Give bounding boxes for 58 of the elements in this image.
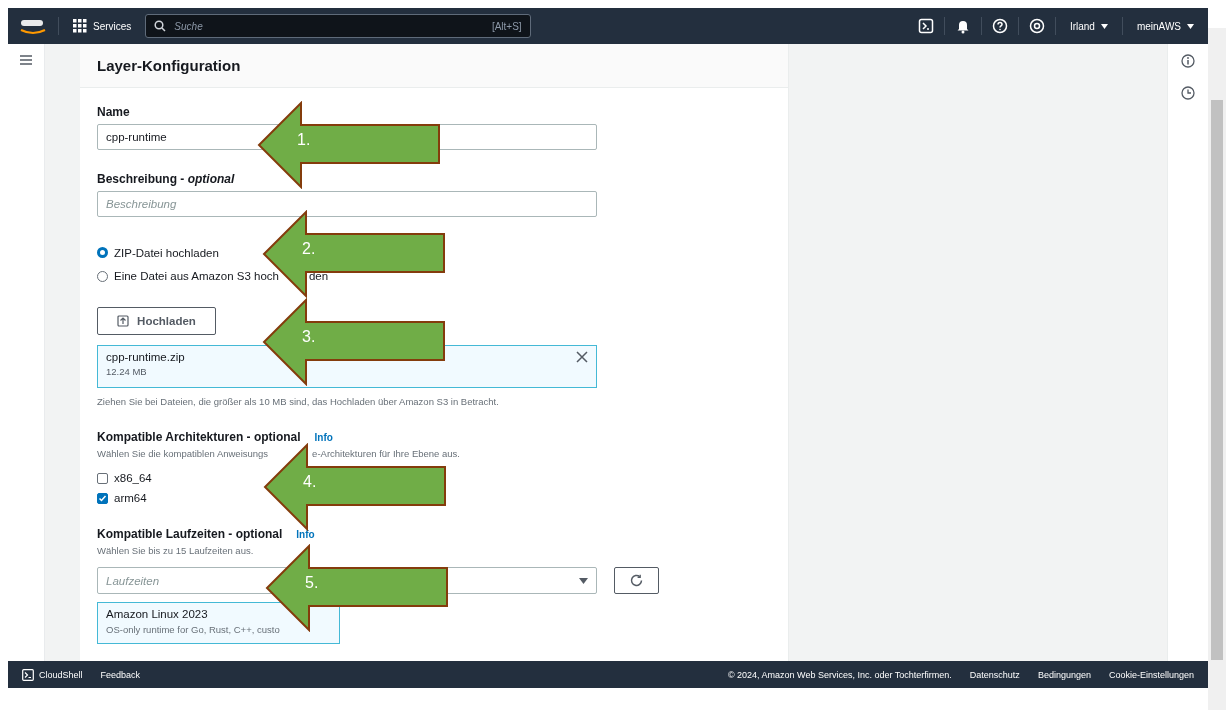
account-menu[interactable]: meinAWS [1132,20,1198,32]
footer-link[interactable]: Cookie-Einstellungen [1108,669,1194,680]
option-label: ZIP-Datei hochladen [114,246,219,259]
caret-icon [1187,23,1194,29]
file-name: cpp-runtime.zip [106,351,185,363]
option-label: x86_64 [114,472,152,484]
file-size: 12.24 MB [106,366,148,377]
field-label: Kompatible Architekturen - optional [97,430,301,444]
help-icon[interactable] [991,18,1008,34]
step-number: 1. [297,131,311,149]
caret-icon [579,577,588,584]
upload-icon [117,315,130,327]
refresh-button[interactable] [614,567,659,594]
option-label: arm64 [114,492,147,504]
step-number: 2. [302,240,316,258]
step-number: 3. [302,328,316,346]
clock-icon[interactable] [1181,86,1195,100]
option-label: den [308,270,329,282]
search-icon [154,20,167,32]
field-label: Kompatible Laufzeiten - optional [97,527,283,541]
radio-button[interactable] [97,270,108,282]
radio-button[interactable] [97,247,108,258]
scrollbar-thumb[interactable] [1211,100,1223,660]
footer-link[interactable]: Datenschutz [969,669,1020,680]
caret-icon [1100,23,1108,29]
terminal-icon[interactable] [917,18,934,34]
field-label: Name [97,105,131,119]
cloudshell-link[interactable]: CloudShell [22,668,83,681]
settings-icon[interactable] [1028,18,1045,34]
upload-hint: Ziehen Sie bei Dateien, die größer als 10 MB sind, das Hochladen über Amazon S3 in Betracht. [97,396,500,408]
terminal-icon [22,668,34,681]
field-hint: Wählen Sie die kompatiblen Anweisungs [97,448,269,460]
field-label: Beschreibung - optional [97,172,236,186]
info-link[interactable]: Info [314,431,333,445]
info-icon[interactable] [1181,54,1195,68]
checkbox[interactable] [97,492,108,504]
grid-icon [73,19,87,33]
menu-icon[interactable] [19,54,33,66]
copyright-text: © 2024, Amazon Web Services, Inc. oder Tochterfirmen. [727,669,952,680]
feedback-link[interactable]: Feedback [100,669,141,680]
step-number: 5. [305,574,319,592]
checkbox[interactable] [97,472,108,484]
step-number: 4. [303,473,317,491]
panel-title: Layer-Konfiguration [80,44,788,88]
upload-button[interactable]: Hochladen [97,307,216,335]
refresh-icon [630,574,643,587]
runtime-description: OS-only runtime for Go, Rust, C++, custo [106,624,280,635]
description-input[interactable]: Beschreibung [97,191,597,217]
field-hint: Wählen Sie bis zu 15 Laufzeiten aus. [97,545,255,557]
close-icon[interactable] [576,351,588,363]
field-hint: e-Architekturen für Ihre Ebene aus. [312,448,460,460]
runtime-name: Amazon Linux 2023 [106,608,208,620]
footer-link[interactable]: Bedingungen [1037,669,1091,680]
info-link[interactable]: Info [296,528,315,542]
region-menu[interactable]: Irland [1065,20,1112,32]
services-menu[interactable]: Services [69,19,136,33]
search-field[interactable]: Suche [Alt+S] [145,14,531,38]
option-label: Eine Datei aus Amazon S3 hoch [114,270,279,282]
